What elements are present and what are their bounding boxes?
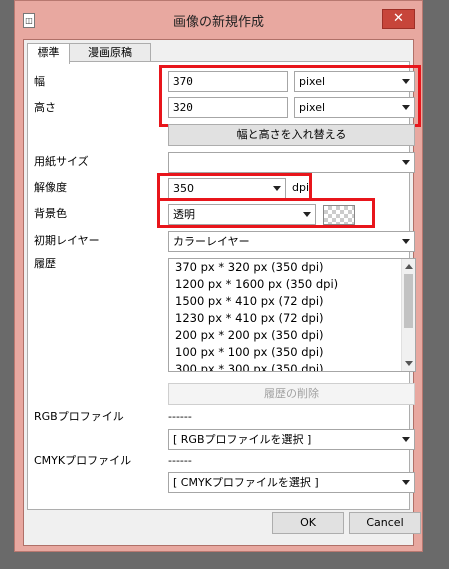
- list-item[interactable]: 1230 px * 410 px (72 dpi): [169, 310, 415, 327]
- swap-dimensions-button[interactable]: 幅と高さを入れ替える: [168, 124, 415, 146]
- height-label: 高さ: [34, 101, 56, 114]
- chevron-down-icon: [402, 480, 410, 485]
- history-scrollbar[interactable]: [401, 259, 415, 371]
- cmyk-profile-current: ------: [168, 454, 192, 467]
- title-bar[interactable]: ◫ 画像の新規作成 ✕: [15, 1, 422, 39]
- chevron-down-icon: [402, 437, 410, 442]
- chevron-down-icon: [402, 160, 410, 165]
- history-label: 履歴: [34, 257, 56, 270]
- cmyk-profile-select[interactable]: [ CMYKプロファイルを選択 ]: [168, 472, 415, 493]
- list-item[interactable]: 370 px * 320 px (350 dpi): [169, 259, 415, 276]
- ok-button[interactable]: OK: [272, 512, 344, 534]
- scroll-thumb[interactable]: [404, 274, 413, 328]
- width-label: 幅: [34, 75, 45, 88]
- scroll-down-icon[interactable]: [405, 361, 413, 366]
- chevron-down-icon: [402, 239, 410, 244]
- new-image-dialog: ◫ 画像の新規作成 ✕ 標準 漫画原稿 幅 370 pixel 高さ 320 p…: [14, 0, 423, 552]
- list-item[interactable]: 200 px * 200 px (350 dpi): [169, 327, 415, 344]
- list-item[interactable]: 1500 px * 410 px (72 dpi): [169, 293, 415, 310]
- history-list[interactable]: 370 px * 320 px (350 dpi) 1200 px * 1600…: [168, 258, 416, 372]
- delete-history-button[interactable]: 履歴の削除: [168, 383, 415, 405]
- tab-manga-manuscript[interactable]: 漫画原稿: [69, 43, 151, 62]
- paper-size-label: 用紙サイズ: [34, 155, 89, 168]
- rgb-profile-select[interactable]: [ RGBプロファイルを選択 ]: [168, 429, 415, 450]
- initial-layer-value: カラーレイヤー: [173, 235, 250, 248]
- dialog-title: 画像の新規作成: [172, 15, 264, 30]
- initial-layer-label: 初期レイヤー: [34, 234, 100, 247]
- background-color-label: 背景色: [34, 207, 67, 220]
- rgb-profile-label: RGBプロファイル: [34, 410, 124, 423]
- list-item[interactable]: 1200 px * 1600 px (350 dpi): [169, 276, 415, 293]
- cmyk-profile-value: [ CMYKプロファイルを選択 ]: [173, 476, 319, 489]
- dialog-body: 標準 漫画原稿 幅 370 pixel 高さ 320 pixel 幅と高さを入れ…: [23, 39, 421, 546]
- cmyk-profile-label: CMYKプロファイル: [34, 454, 132, 467]
- highlight-size-box: [159, 65, 421, 127]
- initial-layer-select[interactable]: カラーレイヤー: [168, 231, 415, 252]
- paper-size-select[interactable]: [168, 152, 415, 173]
- rgb-profile-current: ------: [168, 410, 192, 423]
- tab-standard[interactable]: 標準: [27, 43, 70, 64]
- scroll-up-icon[interactable]: [405, 264, 413, 269]
- highlight-background-box: [157, 198, 375, 228]
- highlight-resolution-box: [157, 173, 312, 201]
- list-item[interactable]: 300 px * 300 px (350 dpi): [169, 361, 415, 371]
- rgb-profile-value: [ RGBプロファイルを選択 ]: [173, 433, 312, 446]
- list-item[interactable]: 100 px * 100 px (350 dpi): [169, 344, 415, 361]
- cancel-button[interactable]: Cancel: [349, 512, 421, 534]
- resolution-label: 解像度: [34, 181, 67, 194]
- close-button[interactable]: ✕: [382, 9, 415, 29]
